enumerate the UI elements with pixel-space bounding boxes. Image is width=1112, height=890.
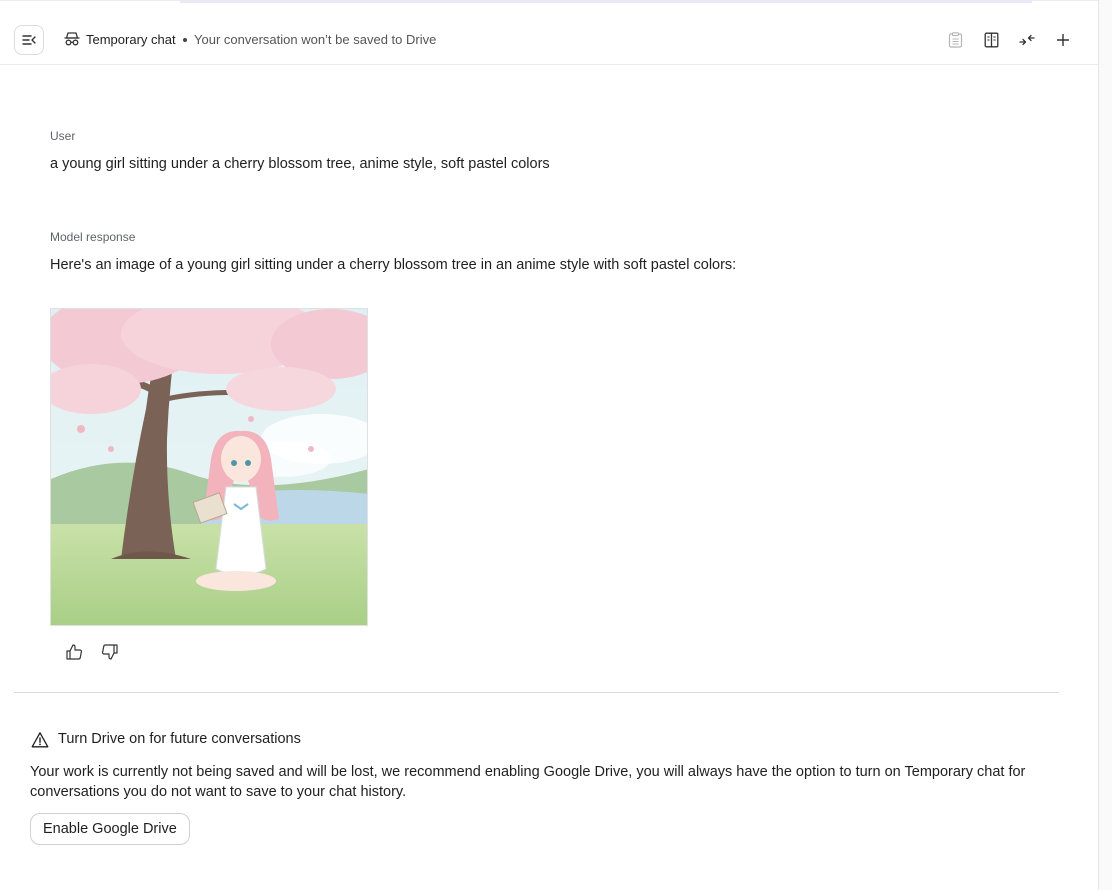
compare-button[interactable]	[981, 30, 1001, 50]
top-edge	[0, 0, 1100, 3]
clipboard-button[interactable]	[945, 30, 965, 50]
thumbs-down-button[interactable]	[99, 642, 119, 662]
model-label: Model response	[50, 230, 136, 244]
compare-icon	[984, 32, 998, 48]
warning-icon	[31, 732, 49, 748]
separator-dot	[183, 38, 187, 42]
menu-collapse-icon	[22, 35, 36, 45]
right-gutter	[1099, 0, 1112, 890]
collapse-icon	[1019, 34, 1035, 46]
user-message: a young girl sitting under a cherry blos…	[50, 156, 550, 172]
clipboard-icon	[948, 32, 962, 48]
menu-collapse-button[interactable]	[14, 25, 44, 55]
chat-header: Temporary chat Your conversation won’t b…	[0, 12, 1098, 65]
chat-subtitle: Your conversation won’t be saved to Driv…	[194, 32, 437, 47]
new-chat-button[interactable]	[1053, 30, 1073, 50]
temporary-chat-icon	[64, 32, 80, 46]
thumbs-up-icon	[65, 644, 82, 660]
cherry-blossom-illustration	[51, 309, 367, 625]
chat-title: Temporary chat	[86, 32, 176, 47]
plus-icon	[1057, 34, 1069, 46]
drive-notice-body: Your work is currently not being saved a…	[30, 764, 1026, 800]
enable-google-drive-button[interactable]: Enable Google Drive	[30, 813, 190, 845]
thumbs-down-icon	[101, 644, 118, 660]
user-label: User	[50, 129, 76, 143]
section-divider	[14, 692, 1059, 693]
model-message: Here's an image of a young girl sitting …	[50, 257, 737, 273]
drive-notice-title: Turn Drive on for future conversations	[58, 731, 301, 747]
top-scroll-indicator	[180, 0, 1032, 3]
collapse-button[interactable]	[1017, 30, 1037, 50]
generated-image[interactable]	[50, 308, 368, 626]
thumbs-up-button[interactable]	[64, 642, 84, 662]
